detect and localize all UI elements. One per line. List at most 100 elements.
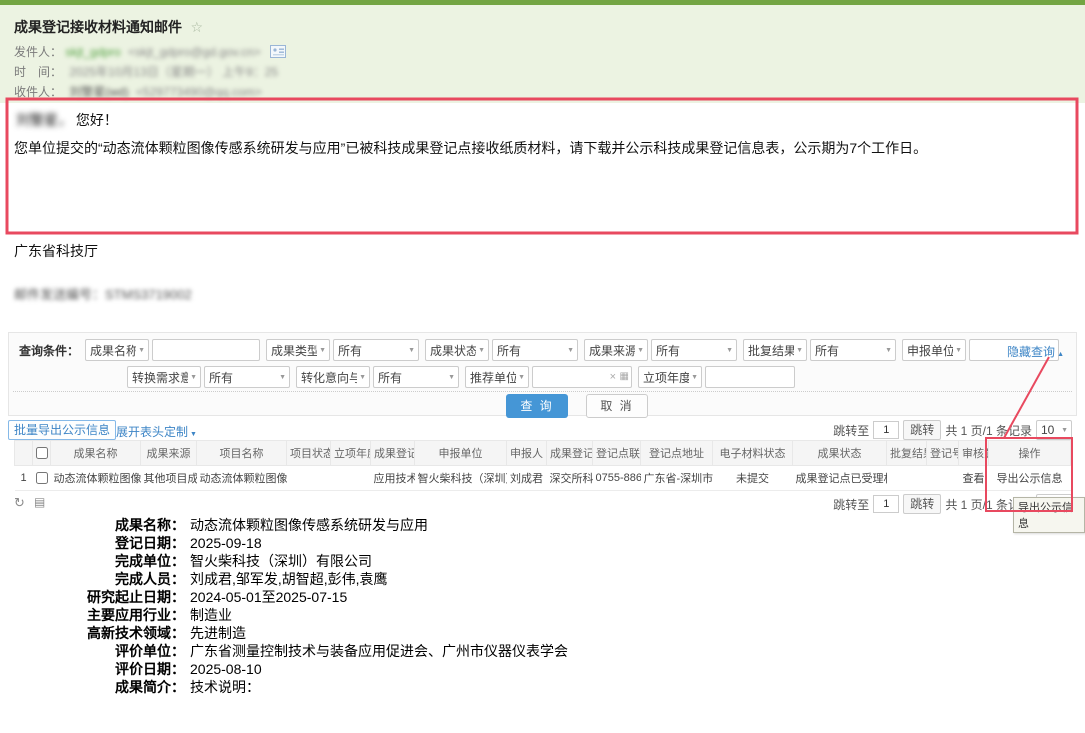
time-label: 时 间： xyxy=(14,65,62,79)
project-year-field-select[interactable]: 立项年度▼ xyxy=(638,366,702,388)
mail-time-row: 时 间： 2025年10月13日（星期一） 上午9：25 xyxy=(14,63,278,81)
transfer-demand-value-select[interactable]: 所有▼ xyxy=(204,366,290,388)
select-all-cell xyxy=(33,441,51,466)
detail-label: 高新技术领域： xyxy=(0,624,185,642)
to-label: 收件人： xyxy=(14,85,62,99)
detail-row: 高新技术领域：先进制造 xyxy=(0,624,860,642)
picker-icon[interactable]: ▦ xyxy=(620,370,629,384)
clear-icon[interactable]: × xyxy=(610,370,616,384)
hide-query-link[interactable]: 隐藏查询▲ xyxy=(1007,343,1064,360)
result-source-field-select[interactable]: 成果来源▼ xyxy=(584,339,648,361)
recommend-unit-input[interactable] xyxy=(532,366,632,388)
table-header-row: 成果名称 成果来源 项目名称 项目状态 立项年度 成果登记类型 申报单位 申报人… xyxy=(15,441,1071,466)
approval-result-value-select[interactable]: 所有 ▼ xyxy=(810,339,896,361)
result-status-value-select[interactable]: 所有 ▼ xyxy=(492,339,578,361)
page-size-select[interactable]: 10▼ xyxy=(1036,420,1072,440)
header-customize-link[interactable]: 展开表头定制▼ xyxy=(116,423,197,440)
field-group-intent: 转化意向与▼ 所有▼ xyxy=(296,366,459,388)
project-year-input[interactable] xyxy=(705,366,795,388)
chevron-down-icon: ▼ xyxy=(726,347,733,354)
row-select-cell xyxy=(33,466,51,491)
col-header-apply-unit: 申报单位 xyxy=(415,441,507,466)
select-value: 转化意向与 xyxy=(301,369,357,386)
chevron-down-icon: ▼ xyxy=(955,347,962,354)
field-group-approval-result: 批复结果▼ 所有 ▼ xyxy=(743,339,896,361)
export-grid-icon[interactable]: ▤ xyxy=(34,495,45,509)
apply-unit-field-select[interactable]: 申报单位▼ xyxy=(902,339,966,361)
recommend-unit-input-wrap: × ▦ xyxy=(532,366,632,388)
detail-row: 成果名称：动态流体颗粒图像传感系统研发与应用 xyxy=(0,516,860,534)
transfer-demand-field-select[interactable]: 转换需求意▼ xyxy=(127,366,201,388)
view-review-link[interactable]: 查看 xyxy=(959,466,989,491)
contact-card-icon[interactable] xyxy=(270,45,286,61)
col-header-action: 操作 xyxy=(989,441,1071,466)
chevron-down-icon: ▼ xyxy=(567,347,574,354)
field-group-result-type: 成果类型▼ 所有▼ xyxy=(266,339,419,361)
field-group-recommend-unit: 推荐单位▼ × ▦ xyxy=(465,366,632,388)
page-number-input[interactable] xyxy=(873,421,899,439)
cell-approval-result xyxy=(887,466,927,491)
mail-send-number: 邮件发送编号：STMS3719002 xyxy=(14,284,192,303)
star-icon[interactable]: ☆ xyxy=(190,19,203,35)
chevron-down-icon: ▼ xyxy=(637,347,644,354)
select-value: 所有 xyxy=(497,342,521,359)
select-all-checkbox[interactable] xyxy=(36,447,48,459)
cell-apply-unit-link[interactable]: 智火柴科技（深圳）有... xyxy=(415,466,507,491)
page-number-input[interactable] xyxy=(873,495,899,513)
col-header-project-year: 立项年度 xyxy=(331,441,371,466)
search-button[interactable]: 查 询 xyxy=(506,394,568,418)
field-group-demand: 转换需求意▼ 所有▼ xyxy=(127,366,290,388)
greeting-text: 您好！ xyxy=(76,112,118,128)
detail-value: 动态流体颗粒图像传感系统研发与应用 xyxy=(190,517,428,533)
transform-intent-field-select[interactable]: 转化意向与▼ xyxy=(296,366,370,388)
col-header-applicant: 申报人 xyxy=(507,441,547,466)
cell-applicant-link[interactable]: 刘成君 xyxy=(507,466,547,491)
result-type-field-select[interactable]: 成果类型▼ xyxy=(266,339,330,361)
goto-button[interactable]: 跳转 xyxy=(903,494,941,514)
select-value: 申报单位 xyxy=(907,342,953,359)
detail-row: 成果简介：技术说明： xyxy=(0,678,860,696)
select-value: 成果来源 xyxy=(589,342,635,359)
detail-label: 完成人员： xyxy=(0,570,185,588)
sender-name[interactable]: skjt_gdpro xyxy=(65,45,120,59)
batch-export-button[interactable]: 批量导出公示信息 xyxy=(8,420,116,440)
detail-label: 登记日期： xyxy=(0,534,185,552)
select-value: 所有 xyxy=(209,369,233,386)
result-name-input[interactable] xyxy=(152,339,260,361)
detail-row: 研究起止日期：2024-05-01至2025-07-15 xyxy=(0,588,860,606)
detail-row: 主要应用行业：制造业 xyxy=(0,606,860,624)
goto-button[interactable]: 跳转 xyxy=(903,420,941,440)
chevron-down-icon: ▼ xyxy=(408,347,415,354)
col-header-reg-no: 登记号 xyxy=(927,441,959,466)
select-value: 所有 xyxy=(815,342,839,359)
refresh-icon[interactable]: ↻ xyxy=(14,495,25,511)
recommend-unit-field-select[interactable]: 推荐单位▼ xyxy=(465,366,529,388)
chevron-down-icon: ▼ xyxy=(1061,427,1068,434)
query-row-1: 查询条件： 成果名称▼ 成果类型▼ 所有▼ 成果状态▼ 所有▼ 成果来源▼ 所有… xyxy=(19,339,1065,361)
row-number: 1 xyxy=(15,466,33,491)
row-checkbox[interactable] xyxy=(36,472,48,484)
transform-intent-value-select[interactable]: 所有▼ xyxy=(373,366,459,388)
query-panel: 查询条件： 成果名称▼ 成果类型▼ 所有▼ 成果状态▼ 所有▼ 成果来源▼ 所有… xyxy=(8,332,1077,416)
detail-label: 评价单位： xyxy=(0,642,185,660)
col-header-reg-type: 成果登记类型 xyxy=(371,441,415,466)
chevron-down-icon: ▼ xyxy=(885,347,892,354)
select-value: 批复结果 xyxy=(748,342,794,359)
detail-row: 完成人员：刘成君,邹军发,胡智超,彭伟,袁鹰 xyxy=(0,570,860,588)
pagination-top: 跳转至 跳转 共 1 页/1 条记录 10▼ xyxy=(833,420,1072,440)
cell-result-name-link[interactable]: 动态流体颗粒图像传感... xyxy=(51,466,141,491)
result-name-field-select[interactable]: 成果名称▼ xyxy=(85,339,149,361)
cell-project-year xyxy=(331,466,371,491)
result-type-value-select[interactable]: 所有▼ xyxy=(333,339,419,361)
export-public-info-link[interactable]: 导出公示信息 xyxy=(989,466,1071,491)
cancel-button[interactable]: 取 消 xyxy=(586,394,648,418)
col-header-result-source: 成果来源 xyxy=(141,441,197,466)
approval-result-field-select[interactable]: 批复结果▼ xyxy=(743,339,807,361)
cell-reg-no xyxy=(927,466,959,491)
result-source-value-select[interactable]: 所有▼ xyxy=(651,339,737,361)
field-group-project-year: 立项年度▼ xyxy=(638,366,795,388)
query-condition-label: 查询条件： xyxy=(19,342,79,359)
mail-header: 成果登记接收材料通知邮件 ☆ 发件人： skjt_gdpro <skjt_gdp… xyxy=(0,5,1085,103)
detail-label: 主要应用行业： xyxy=(0,606,185,624)
result-status-field-select[interactable]: 成果状态▼ xyxy=(425,339,489,361)
